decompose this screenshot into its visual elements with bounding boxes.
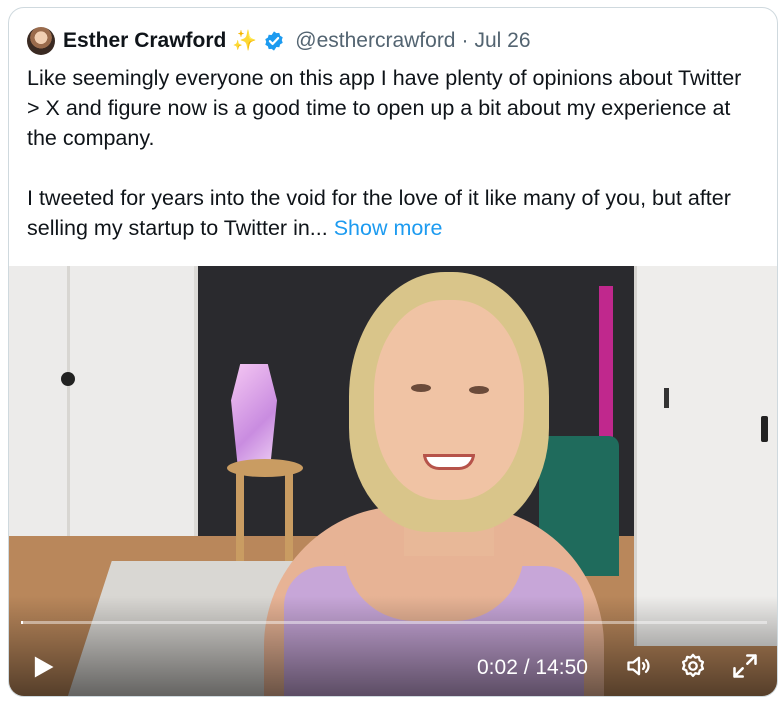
author-handle[interactable]: @esthercrawford bbox=[295, 29, 455, 53]
play-icon[interactable] bbox=[29, 653, 57, 681]
volume-icon[interactable] bbox=[625, 652, 653, 680]
tweet-header: Esther Crawford ✨ @esthercrawford · Jul … bbox=[27, 26, 531, 56]
gear-icon[interactable] bbox=[679, 652, 707, 680]
separator-dot: · bbox=[461, 29, 469, 52]
video-progress-fill bbox=[21, 621, 23, 624]
video-lamp bbox=[231, 364, 277, 468]
tweet-paragraph-2: I tweeted for years into the void for th… bbox=[27, 183, 757, 243]
fullscreen-icon[interactable] bbox=[731, 652, 759, 680]
tweet-date[interactable]: Jul 26 bbox=[475, 29, 531, 53]
video-time: 0:02 / 14:50 bbox=[477, 656, 588, 679]
tweet-text: Like seemingly everyone on this app I ha… bbox=[27, 63, 757, 243]
video-door-right bbox=[634, 266, 777, 646]
video-person-face bbox=[374, 300, 524, 500]
video-progress-bar[interactable] bbox=[21, 621, 767, 624]
author-name[interactable]: Esther Crawford bbox=[63, 29, 226, 53]
avatar[interactable] bbox=[27, 27, 55, 55]
video-controls-overlay bbox=[9, 596, 777, 696]
video-player[interactable]: 0:02 / 14:50 bbox=[9, 266, 777, 696]
show-more-link[interactable]: Show more bbox=[334, 216, 443, 240]
verified-badge-icon bbox=[265, 31, 283, 51]
tweet-card[interactable]: Esther Crawford ✨ @esthercrawford · Jul … bbox=[8, 7, 778, 697]
tweet-paragraph-1: Like seemingly everyone on this app I ha… bbox=[27, 66, 742, 150]
sparkle-emoji: ✨ bbox=[232, 30, 258, 52]
